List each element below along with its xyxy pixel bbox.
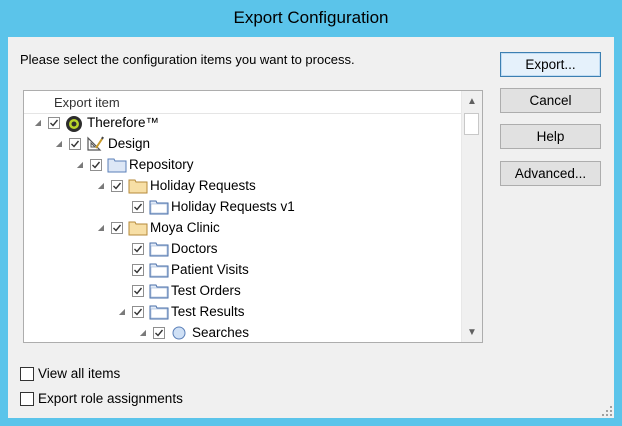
expand-arrow-icon[interactable]: ◢ (95, 222, 107, 234)
tree-row[interactable]: ◢ Moya Clinic (95, 217, 220, 238)
export-item-tree[interactable]: Export item ◢ Therefore™ ◢ Design ◢ Repositor… (23, 90, 483, 343)
scroll-thumb[interactable] (464, 113, 479, 135)
expand-arrow-icon[interactable]: ◢ (74, 159, 86, 171)
instruction-text: Please select the configuration items yo… (20, 52, 355, 67)
tree-row-label: Design (108, 136, 151, 151)
tree-row[interactable]: Patient Visits (116, 259, 249, 280)
no-expander (116, 243, 128, 255)
tree-row-checkbox[interactable] (132, 242, 144, 255)
no-expander (116, 285, 128, 297)
repository-folder-icon (107, 157, 127, 173)
view-all-items-label[interactable]: View all items (38, 366, 120, 381)
export-role-assignments-label[interactable]: Export role assignments (38, 391, 183, 406)
no-expander (116, 264, 128, 276)
tree-row-checkbox[interactable] (132, 305, 144, 318)
tree-rows: ◢ Therefore™ ◢ Design ◢ Repository ◢ Holiday Re… (24, 113, 461, 342)
tree-row[interactable]: Holiday Requests v1 (116, 196, 295, 217)
tree-row-label: Patient Visits (171, 262, 249, 277)
tree-row[interactable]: Test Orders (116, 280, 241, 301)
tree-row-checkbox[interactable] (48, 116, 60, 129)
scroll-down-button[interactable]: ▼ (462, 322, 482, 342)
tree-row-checkbox[interactable] (132, 284, 144, 297)
expand-arrow-icon[interactable]: ◢ (116, 306, 128, 318)
tree-column-header[interactable]: Export item (24, 91, 461, 114)
view-all-items-option[interactable]: View all items (20, 366, 120, 381)
tree-row-label: Holiday Requests v1 (171, 199, 295, 214)
folder-icon (128, 220, 148, 236)
resize-grip-icon[interactable] (602, 406, 612, 416)
expand-arrow-icon[interactable]: ◢ (95, 180, 107, 192)
tree-row-label: Doctors (171, 241, 218, 256)
tree-row-checkbox[interactable] (132, 200, 144, 213)
tree-vertical-scrollbar[interactable]: ▲ ▼ (461, 91, 482, 342)
category-icon (149, 283, 169, 299)
tree-row[interactable]: ◢ Repository (74, 154, 194, 175)
tree-row-label: Searches (192, 325, 250, 340)
advanced-button[interactable]: Advanced... (500, 161, 601, 186)
tree-row[interactable]: Doctors (116, 238, 218, 259)
tree-row-label: Therefore™ (87, 115, 160, 130)
tree-row-checkbox[interactable] (90, 158, 102, 171)
tree-row[interactable]: ◢ Searches (137, 322, 249, 342)
tree-row-label: Repository (129, 157, 194, 172)
tree-row-label: Test Results (171, 304, 245, 319)
dialog-client-area: Please select the configuration items yo… (8, 37, 614, 418)
window-title: Export Configuration (233, 8, 389, 27)
therefore-logo-icon (65, 115, 83, 132)
tree-row-checkbox[interactable] (132, 263, 144, 276)
export-configuration-window: Export Configuration Please select the c… (0, 0, 622, 426)
cancel-button[interactable]: Cancel (500, 88, 601, 113)
triangle-up-icon: ▲ (467, 95, 477, 107)
expand-arrow-icon[interactable]: ◢ (137, 327, 149, 339)
export-role-assignments-checkbox[interactable] (20, 391, 34, 406)
tree-row[interactable]: ◢ Design (53, 133, 150, 154)
tree-row-label: Holiday Requests (150, 178, 256, 193)
tree-row-checkbox[interactable] (153, 326, 165, 339)
expand-arrow-icon[interactable]: ◢ (32, 117, 44, 129)
tree-row[interactable]: ◢ Test Results (116, 301, 245, 322)
tree-row-label: Moya Clinic (150, 220, 220, 235)
expand-arrow-icon[interactable]: ◢ (53, 138, 65, 150)
export-role-assignments-option[interactable]: Export role assignments (20, 391, 183, 406)
design-tools-icon (86, 136, 104, 152)
export-button[interactable]: Export... (500, 52, 601, 77)
tree-row[interactable]: ◢ Therefore™ (32, 113, 159, 133)
tree-row[interactable]: ◢ Holiday Requests (95, 175, 256, 196)
category-icon (149, 304, 169, 320)
tree-column-header-label: Export item (54, 95, 120, 110)
tree-row-label: Test Orders (171, 283, 241, 298)
category-icon (149, 241, 169, 257)
category-icon (149, 262, 169, 278)
tree-row-checkbox[interactable] (111, 221, 123, 234)
tree-row-checkbox[interactable] (111, 179, 123, 192)
view-all-items-checkbox[interactable] (20, 366, 34, 381)
no-expander (116, 201, 128, 213)
category-icon (149, 199, 169, 215)
tree-row-checkbox[interactable] (69, 137, 81, 150)
search-icon (170, 325, 188, 341)
scroll-up-button[interactable]: ▲ (462, 91, 482, 111)
folder-icon (128, 178, 148, 194)
triangle-down-icon: ▼ (467, 326, 477, 338)
help-button[interactable]: Help (500, 124, 601, 149)
